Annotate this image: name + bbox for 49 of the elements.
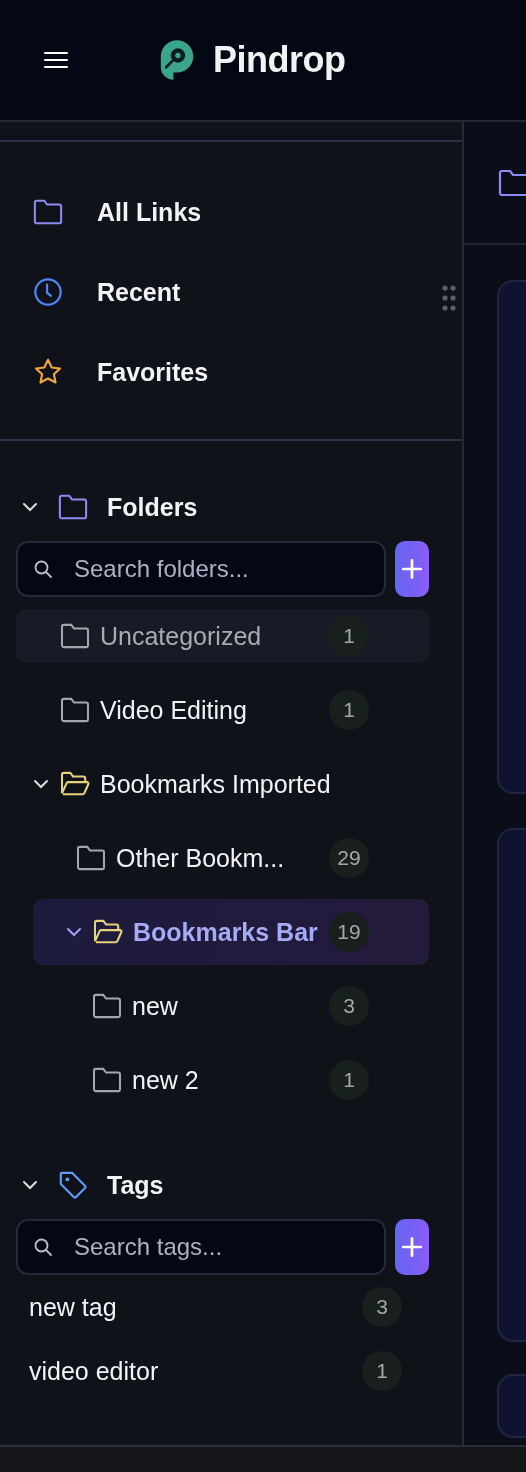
tag-item[interactable]: new tag 3	[29, 1275, 429, 1339]
folder-icon	[92, 993, 122, 1019]
folder-item[interactable]: Video Editing 1	[16, 683, 429, 737]
count-badge: 1	[329, 690, 369, 730]
drag-handle-icon[interactable]	[442, 285, 456, 311]
plus-icon	[401, 558, 423, 580]
folder-icon	[33, 197, 63, 227]
tags-section-header[interactable]: Tags	[0, 1163, 462, 1207]
nav-item[interactable]: Favorites	[0, 332, 462, 412]
folder-item[interactable]: Other Bookm... 29	[16, 831, 429, 885]
folder-item[interactable]: Bookmarks Imported	[16, 757, 429, 811]
count-badge: 19	[329, 912, 369, 952]
nav-item[interactable]: Recent	[0, 252, 462, 332]
folder-icon	[60, 623, 90, 649]
folder-icon	[60, 697, 90, 723]
folder-icon	[498, 167, 526, 198]
tag-item[interactable]: video editor 1	[29, 1339, 429, 1403]
section-title: Folders	[107, 492, 198, 522]
open-folder-icon	[93, 919, 123, 945]
search-field[interactable]: Search tags...	[16, 1219, 386, 1275]
search-field[interactable]: Search folders...	[16, 541, 386, 597]
count-badge: 3	[329, 986, 369, 1026]
folder-icon	[58, 492, 88, 522]
folders-section-header[interactable]: Folders	[0, 485, 462, 529]
star-icon	[33, 357, 63, 387]
tag-icon	[58, 1170, 88, 1200]
folder-item[interactable]: Bookmarks Bar 19	[33, 899, 429, 965]
folder-item[interactable]: new 3	[16, 979, 429, 1033]
clock-icon	[33, 277, 63, 307]
count-badge: 1	[362, 1351, 402, 1391]
search-icon	[33, 1237, 53, 1257]
section-title: Tags	[107, 1170, 164, 1200]
count-badge: 1	[329, 1060, 369, 1100]
count-badge: 29	[329, 838, 369, 878]
add-button[interactable]	[395, 1219, 429, 1275]
search-icon	[33, 559, 53, 579]
count-badge: 1	[329, 616, 369, 656]
open-folder-icon	[60, 771, 90, 797]
pin-logo-icon	[159, 38, 195, 82]
folder-icon	[76, 845, 106, 871]
plus-icon	[401, 1236, 423, 1258]
folder-item[interactable]: new 2 1	[16, 1053, 429, 1107]
count-badge: 3	[362, 1287, 402, 1327]
folder-item[interactable]: Uncategorized 1	[16, 609, 429, 663]
nav-item[interactable]: All Links	[0, 172, 462, 252]
add-button[interactable]	[395, 541, 429, 597]
folder-icon	[92, 1067, 122, 1093]
app-title: Pindrop	[213, 39, 346, 81]
menu-icon[interactable]	[44, 51, 68, 69]
